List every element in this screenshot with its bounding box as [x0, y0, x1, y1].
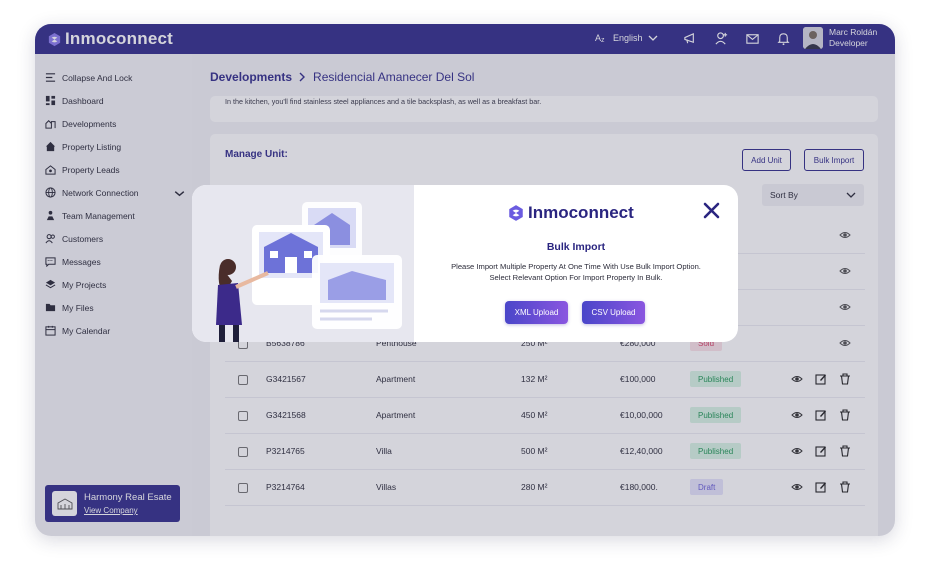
- logo-mark-icon: [509, 205, 523, 221]
- modal-text-line: Please Import Multiple Property At One T…: [451, 262, 701, 271]
- modal-brand-name: Inmoconnect: [528, 203, 634, 222]
- close-icon[interactable]: [703, 202, 720, 219]
- csv-upload-button[interactable]: CSV Upload: [582, 301, 645, 324]
- modal-title: Bulk Import: [546, 241, 606, 253]
- modal-description: Please Import Multiple Property At One T…: [424, 262, 728, 283]
- xml-upload-button[interactable]: XML Upload: [505, 301, 568, 324]
- bulk-import-illustration: [192, 185, 414, 342]
- modal-text-line: Select Relevant Option For Import Proper…: [489, 272, 663, 282]
- app-window: Inmoconnect Az English Marc Roldán Devel…: [35, 24, 895, 536]
- bulk-import-modal: Inmoconnect Bulk Import Please Import Mu…: [192, 185, 738, 342]
- modal-brand-logo: Inmoconnect: [507, 203, 634, 223]
